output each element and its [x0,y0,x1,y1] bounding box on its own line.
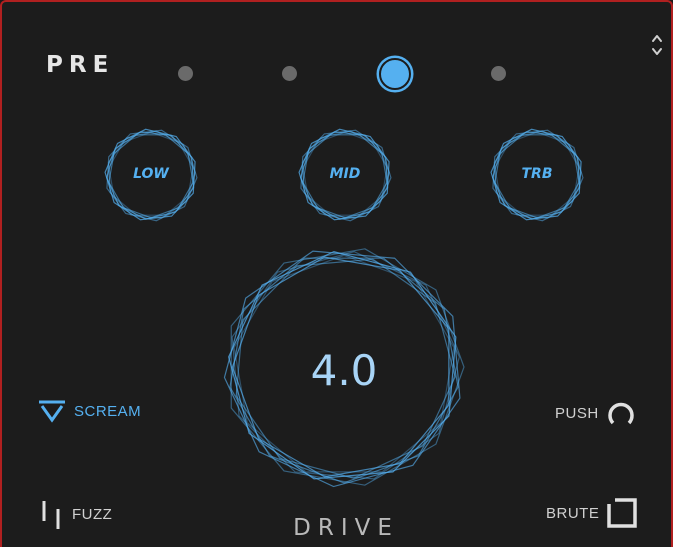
open-circle-icon [607,402,634,425]
preset-dot-1[interactable] [178,66,193,81]
brute-mode-button[interactable]: BRUTE [546,498,638,528]
offset-bars-icon [42,501,60,529]
push-mode-button[interactable]: PUSH [555,399,635,427]
inverted-triangle-icon [39,400,65,423]
treble-knob-label: TRB [521,166,553,182]
drive-value: 4.0 [310,346,378,395]
scream-mode-button[interactable]: SCREAM [38,399,141,423]
fuzz-label: FUZZ [72,505,113,523]
drive-label: DRIVE [293,515,399,541]
up-down-chevron-icon[interactable] [650,32,664,58]
push-label: PUSH [555,404,599,422]
preset-dot-4[interactable] [491,66,506,81]
section-title: PRE [46,52,115,78]
fuzz-mode-button[interactable]: FUZZ [40,499,112,529]
brute-label: BRUTE [546,504,600,522]
low-knob-label: LOW [133,166,169,182]
scream-label: SCREAM [74,402,142,420]
pre-panel: PRE LOW MID TRB 4.0 SCREAM PUSH FUZZ BRU… [0,0,673,547]
preset-dot-3-active[interactable] [379,58,411,90]
open-square-icon [607,498,638,528]
mid-knob-label: MID [329,166,361,182]
preset-dot-2[interactable] [282,66,297,81]
